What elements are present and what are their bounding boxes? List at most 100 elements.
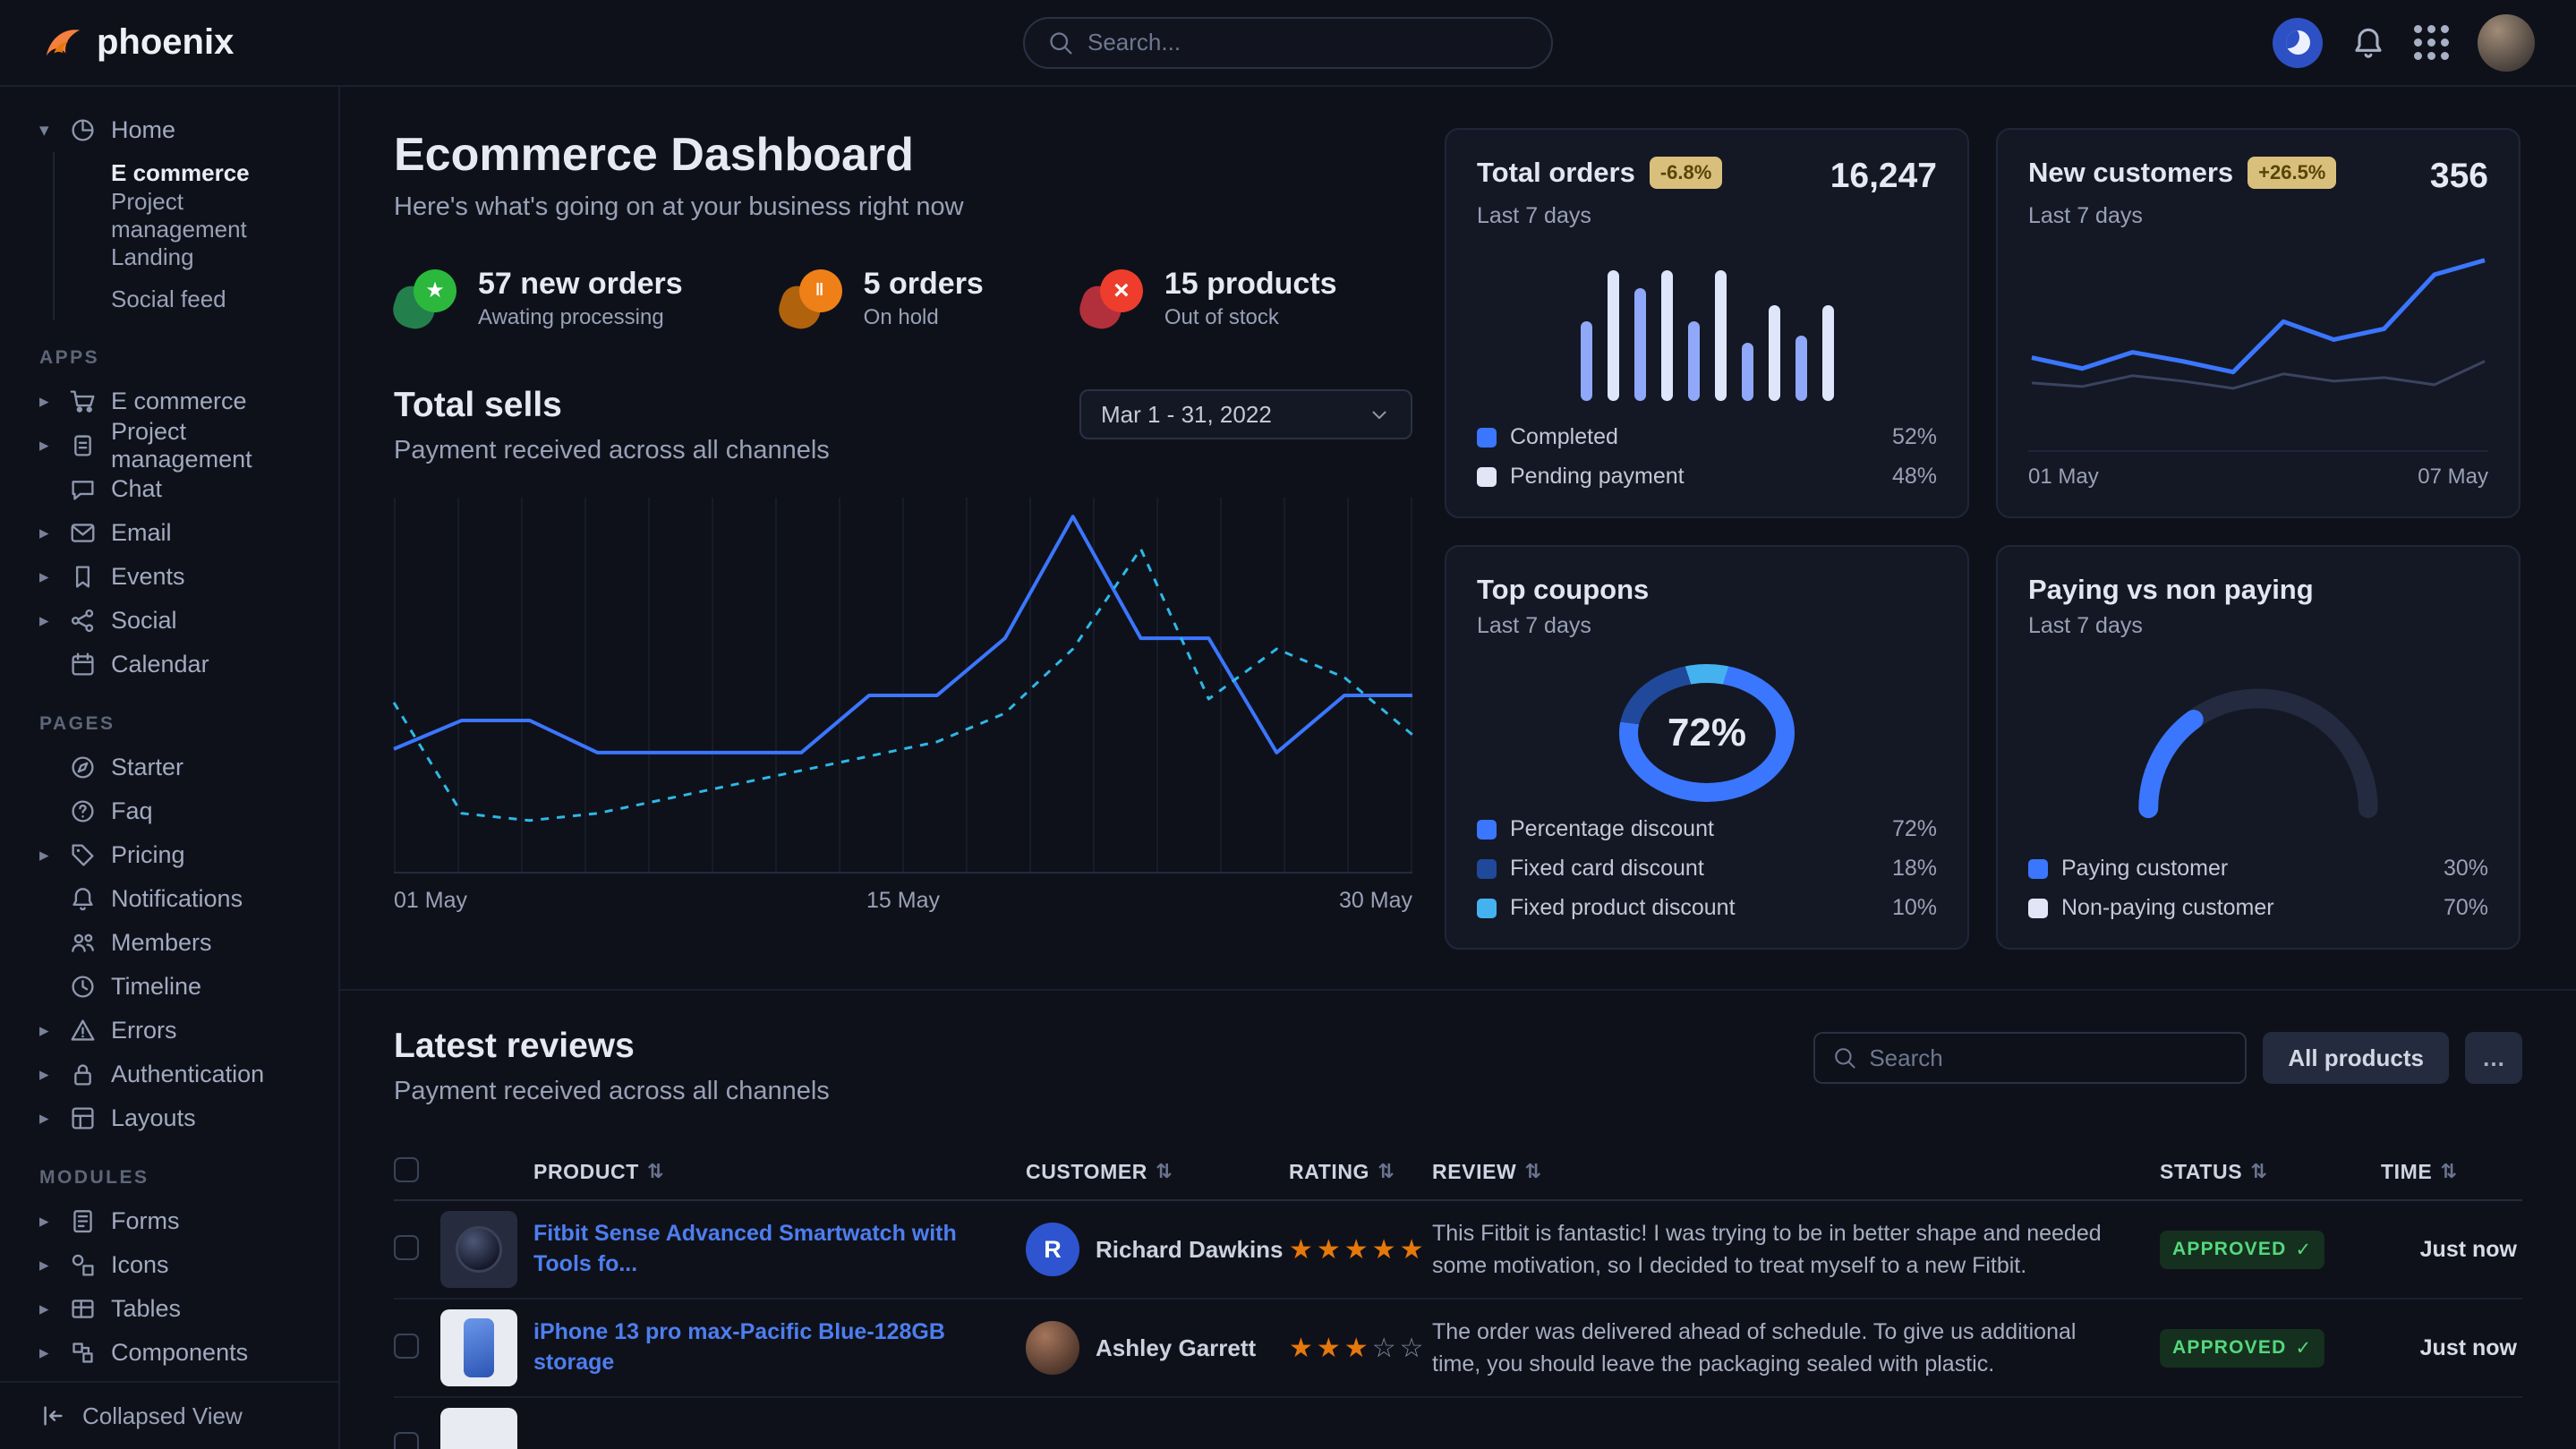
- customer-cell: Ashley Garrett: [1026, 1321, 1289, 1375]
- sidebar-item-home[interactable]: ▾ Home: [39, 108, 324, 152]
- sidebar-nav: ▾ Home E commerce Project management Lan…: [0, 108, 338, 1381]
- sidebar-item-events[interactable]: ▸ Events: [39, 555, 324, 599]
- column-header-review[interactable]: REVIEW⇅: [1432, 1160, 2160, 1184]
- product-thumbnail[interactable]: [440, 1408, 517, 1449]
- main-content: Ecommerce Dashboard Here's what's going …: [340, 87, 2576, 1449]
- sort-icon: ⇅: [1378, 1160, 1395, 1183]
- brand[interactable]: phoenix: [41, 22, 234, 64]
- sidebar-item-authentication[interactable]: ▸ Authentication: [39, 1053, 324, 1096]
- sidebar-item-members[interactable]: Members: [39, 921, 324, 965]
- lock-icon: [70, 1061, 111, 1087]
- total-sells-header: Total sells Payment received across all …: [394, 386, 1412, 465]
- sidebar-item-icons[interactable]: ▸ Icons: [39, 1243, 324, 1287]
- check-icon: ✓: [2295, 1337, 2312, 1360]
- notifications-button[interactable]: [2351, 26, 2385, 60]
- moon-icon: [2286, 30, 2310, 55]
- column-header-rating[interactable]: RATING⇅: [1289, 1160, 1432, 1184]
- product-thumbnail[interactable]: [440, 1211, 517, 1288]
- collapse-view-toggle[interactable]: Collapsed View: [0, 1381, 338, 1449]
- page-subtitle: Here's what's going on at your business …: [394, 192, 1412, 222]
- compass-icon: [70, 754, 111, 780]
- review-row-partial: [394, 1398, 2522, 1449]
- bell-icon: [70, 886, 111, 912]
- select-all-checkbox[interactable]: [394, 1157, 419, 1182]
- reviews-title: Latest reviews: [394, 1027, 830, 1066]
- sidebar-item-pricing[interactable]: ▸ Pricing: [39, 833, 324, 877]
- customer-cell: R Richard Dawkins: [1026, 1223, 1289, 1276]
- sidebar-item-social-feed[interactable]: Social feed: [55, 278, 324, 320]
- reviews-search[interactable]: [1813, 1032, 2247, 1084]
- calendar-icon: [70, 652, 111, 678]
- sidebar-item-starter[interactable]: Starter: [39, 746, 324, 789]
- sidebar-item-project-management-app[interactable]: ▸ Project management: [39, 423, 324, 467]
- product-thumbnail[interactable]: [440, 1309, 517, 1386]
- row-checkbox[interactable]: [394, 1334, 419, 1359]
- legend-item: Fixed card discount 18%: [1477, 856, 1937, 882]
- product-link[interactable]: iPhone 13 pro max-Pacific Blue-128GB sto…: [533, 1317, 1026, 1378]
- caret-down-icon: ▾: [39, 119, 70, 141]
- chevron-down-icon: [1368, 403, 1391, 426]
- sidebar-item-notifications[interactable]: Notifications: [39, 877, 324, 921]
- collapse-icon: [39, 1402, 66, 1429]
- row-checkbox[interactable]: [394, 1432, 419, 1449]
- sidebar-item-faq[interactable]: Faq: [39, 789, 324, 833]
- user-avatar[interactable]: [2478, 14, 2535, 72]
- caret-right-icon: ▸: [39, 1063, 70, 1086]
- more-options-button[interactable]: …: [2465, 1032, 2522, 1084]
- column-header-product[interactable]: PRODUCT⇅: [533, 1160, 1026, 1184]
- top-navbar: phoenix: [0, 0, 2576, 87]
- sidebar-item-layouts[interactable]: ▸ Layouts: [39, 1096, 324, 1140]
- sidebar-item-components[interactable]: ▸ Components: [39, 1331, 324, 1375]
- search-icon: [1833, 1046, 1856, 1070]
- out-of-stock-blob: ×: [1080, 269, 1143, 328]
- caret-right-icon: ▸: [39, 1107, 70, 1129]
- shapes-icon: [70, 1252, 111, 1278]
- review-time: Just now: [2381, 1237, 2522, 1263]
- legend-swatch: [1477, 820, 1497, 840]
- column-header-status[interactable]: STATUS⇅: [2160, 1160, 2381, 1184]
- customer-avatar[interactable]: R: [1026, 1223, 1079, 1276]
- sidebar-item-timeline[interactable]: Timeline: [39, 965, 324, 1009]
- pie-chart-icon: [70, 117, 111, 143]
- review-text: This Fitbit is fantastic! I was trying t…: [1432, 1217, 2160, 1283]
- navbar-search-input[interactable]: [1088, 29, 1528, 56]
- customer-name: Richard Dawkins: [1096, 1236, 1284, 1264]
- theme-toggle-button[interactable]: [2273, 18, 2323, 68]
- table-icon: [70, 1296, 111, 1322]
- sidebar-section-apps: APPS: [39, 344, 324, 372]
- cross-icon: ×: [1100, 269, 1143, 312]
- bookmark-icon: [70, 564, 111, 590]
- sidebar-item-chat[interactable]: Chat: [39, 467, 324, 511]
- sidebar-item-email[interactable]: ▸ Email: [39, 511, 324, 555]
- product-link[interactable]: Fitbit Sense Advanced Smartwatch with To…: [533, 1219, 1026, 1280]
- envelope-icon: [70, 520, 111, 546]
- sidebar-item-errors[interactable]: ▸ Errors: [39, 1009, 324, 1053]
- sidebar-item-project-management-dashboard[interactable]: Project management: [55, 194, 324, 236]
- sidebar-item-calendar[interactable]: Calendar: [39, 643, 324, 686]
- sidebar-item-social[interactable]: ▸ Social: [39, 599, 324, 643]
- new-customers-x-axis: 01 May 07 May: [2028, 450, 2488, 490]
- column-header-time[interactable]: TIME⇅: [2381, 1160, 2522, 1184]
- search-icon: [1048, 30, 1073, 55]
- bell-icon: [2351, 26, 2385, 60]
- apps-grid-button[interactable]: [2414, 25, 2449, 60]
- row-checkbox[interactable]: [394, 1235, 419, 1260]
- star-icon: ★: [414, 269, 456, 312]
- navbar-search[interactable]: [1023, 17, 1553, 69]
- sidebar-item-tables[interactable]: ▸ Tables: [39, 1287, 324, 1331]
- review-text: The order was delivered ahead of schedul…: [1432, 1316, 2160, 1381]
- kpi-cards-grid: Total orders -6.8% 16,247 Last 7 days Co…: [1445, 128, 2522, 989]
- reviews-search-input[interactable]: [1869, 1044, 2227, 1072]
- legend-swatch: [2028, 859, 2048, 879]
- sidebar-item-forms[interactable]: ▸ Forms: [39, 1199, 324, 1243]
- customer-avatar[interactable]: [1026, 1321, 1079, 1375]
- status-badge: APPROVED✓: [2160, 1329, 2324, 1368]
- sidebar-section-pages: PAGES: [39, 710, 324, 738]
- sort-icon: ⇅: [2440, 1160, 2457, 1183]
- date-range-select[interactable]: Mar 1 - 31, 2022: [1079, 389, 1412, 439]
- total-sells-subtitle: Payment received across all channels: [394, 436, 830, 465]
- all-products-button[interactable]: All products: [2263, 1032, 2449, 1084]
- caret-right-icon: ▸: [39, 1210, 70, 1232]
- column-header-customer[interactable]: CUSTOMER⇅: [1026, 1160, 1289, 1184]
- legend-item: Completed 52%: [1477, 424, 1937, 450]
